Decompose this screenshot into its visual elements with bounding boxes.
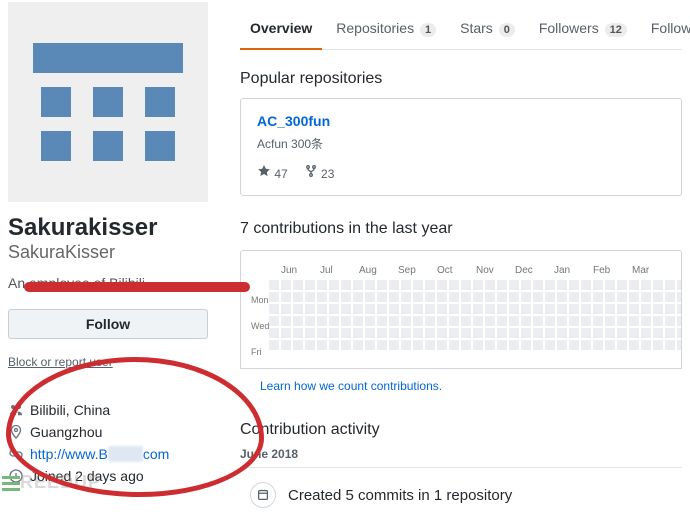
people-icon — [8, 402, 24, 418]
activity-item[interactable]: Created 5 commits in 1 repository — [240, 482, 682, 508]
contribution-calendar: JunJulAugSepOctNovDecJanFebMar Sun Mon T… — [240, 250, 682, 369]
vcard: Bilibili, China Guangzhou http://www.Bxx… — [8, 399, 224, 487]
tab-stars[interactable]: Stars 0 — [450, 8, 525, 49]
location-icon — [8, 424, 24, 440]
vcard-joined-text: Joined 2 days ago — [30, 468, 144, 484]
fork-icon — [304, 164, 318, 178]
vcard-company: Bilibili, China — [8, 399, 224, 421]
block-report-link[interactable]: Block or report user — [8, 355, 113, 369]
follow-button[interactable]: Follow — [8, 309, 208, 339]
profile-username: SakuraKisser — [8, 242, 224, 263]
calendar-months: JunJulAugSepOctNovDecJanFebMar — [281, 265, 671, 276]
repo-card[interactable]: AC_300fun Acfun 300条 47 23 — [240, 98, 682, 196]
repo-forks[interactable]: 23 — [304, 164, 335, 181]
tab-followers[interactable]: Followers 12 — [529, 8, 637, 49]
repo-name-link[interactable]: AC_300fun — [257, 113, 330, 129]
vcard-location-text: Guangzhou — [30, 424, 102, 440]
clock-icon — [8, 468, 24, 484]
link-icon — [8, 446, 24, 462]
avatar — [8, 2, 208, 202]
activity-item-text: Created 5 commits in 1 repository — [288, 487, 512, 504]
profile-tabs: Overview Repositories 1 Stars 0 Follower… — [240, 8, 682, 50]
popular-heading: Popular repositories — [240, 70, 682, 88]
activity-month: June 2018 — [240, 447, 682, 468]
repo-description: Acfun 300条 — [257, 135, 665, 152]
vcard-url-link[interactable]: http://www.Bxxxxxcom — [30, 446, 169, 462]
vcard-url: http://www.Bxxxxxcom — [8, 443, 224, 465]
tab-following[interactable]: Following 0 — [641, 8, 690, 49]
tab-overview[interactable]: Overview — [240, 8, 322, 50]
profile-bio: An employee of Bilibili — [8, 275, 224, 291]
vcard-company-text: Bilibili, China — [30, 402, 110, 418]
vcard-location: Guangzhou — [8, 421, 224, 443]
tab-repositories[interactable]: Repositories 1 — [326, 8, 446, 49]
contributions-heading: 7 contributions in the last year — [240, 220, 682, 238]
calendar-grid — [269, 280, 682, 358]
profile-display-name: Sakurakisser — [8, 214, 224, 242]
repo-stars[interactable]: 47 — [257, 164, 288, 181]
vcard-joined: Joined 2 days ago — [8, 465, 224, 487]
commit-icon — [250, 482, 276, 508]
activity-heading: Contribution activity — [240, 421, 682, 439]
star-icon — [257, 164, 271, 178]
contributions-help-link[interactable]: Learn how we count contributions. — [260, 379, 442, 393]
